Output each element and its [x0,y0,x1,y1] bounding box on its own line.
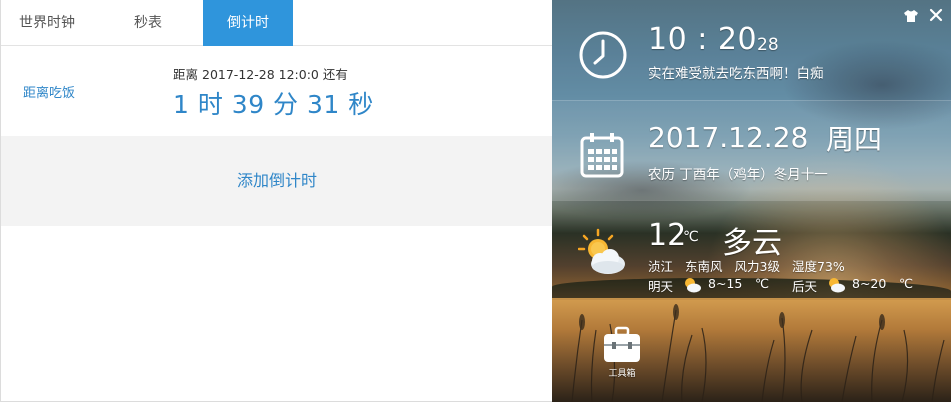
toolbox-icon [604,326,640,362]
clock-icon [579,31,627,79]
skin-icon[interactable] [903,9,919,23]
tab-stopwatch[interactable]: 秒表 [103,0,193,46]
countdown-item[interactable]: 距离吃饭 距离 2017-12-28 12:0:0 还有 1 时 39 分 31… [1,47,553,135]
weather-city: 浈江 [648,259,674,274]
forecast-tomorrow-label: 明天 [648,279,674,294]
countdown-target-prefix: 距离 [173,67,199,82]
close-icon[interactable] [929,8,943,22]
tab-bar: 世界时钟 秒表 倒计时 [1,0,553,46]
partly-cloudy-icon [685,278,701,293]
weather-humidity: 湿度73% [791,259,845,274]
toolbox-label: 工具箱 [608,369,636,379]
forecast-tomorrow-range: 8~15 [708,276,743,291]
add-countdown-area: 添加倒计时 [1,136,553,226]
countdown-target: 距离 2017-12-28 12:0:0 还有 [173,64,348,83]
clock-message: 实在难受就去吃东西啊！白痴 [648,66,824,82]
calendar-lunar: 农历 丁酉年（鸡年）冬月十一 [648,167,828,183]
forecast-tomorrow-unit: ℃ [755,276,770,291]
tab-countdown[interactable]: 倒计时 [203,0,293,46]
countdown-target-suffix: 还有 [322,67,348,82]
countdown-target-datetime: 2017-12-28 12:0:0 [202,67,319,82]
clock-hour-minute: 10 : 20 [648,22,758,57]
countdown-remaining: 1 时 39 分 31 秒 [173,90,374,119]
calendar-date: 2017.12.28 [648,121,809,154]
forecast-day-after-label: 后天 [792,279,818,294]
weather-details: 浈江 东南风 风力3级 湿度73% [648,256,853,275]
calendar-weekday: 周四 [826,123,883,156]
partly-cloudy-icon [829,278,845,293]
weather-temperature-unit: ℃ [683,229,699,245]
countdown-panel: 世界时钟 秒表 倒计时 距离吃饭 距离 2017-12-28 12:0:0 还有… [0,0,553,402]
weather-wind-level: 风力3级 [734,259,780,274]
weather-temperature: 12 [648,218,687,253]
forecast-day-after-unit: ℃ [899,276,914,291]
forecast-day-after-range: 8~20 [852,276,887,291]
clock-seconds: 28 [757,35,779,55]
partly-cloudy-icon [578,228,625,274]
toolbox-button[interactable]: 工具箱 [600,322,644,379]
weather-wind-direction: 东南风 [685,259,723,274]
desktop-widget: 10 : 20 28 实在难受就去吃东西啊！白痴 2017.12.28 周四 农… [552,0,951,402]
countdown-name[interactable]: 距离吃饭 [23,82,75,101]
calendar-icon [580,133,624,178]
tab-world-clock[interactable]: 世界时钟 [1,0,93,46]
add-countdown-button[interactable]: 添加倒计时 [1,136,553,226]
